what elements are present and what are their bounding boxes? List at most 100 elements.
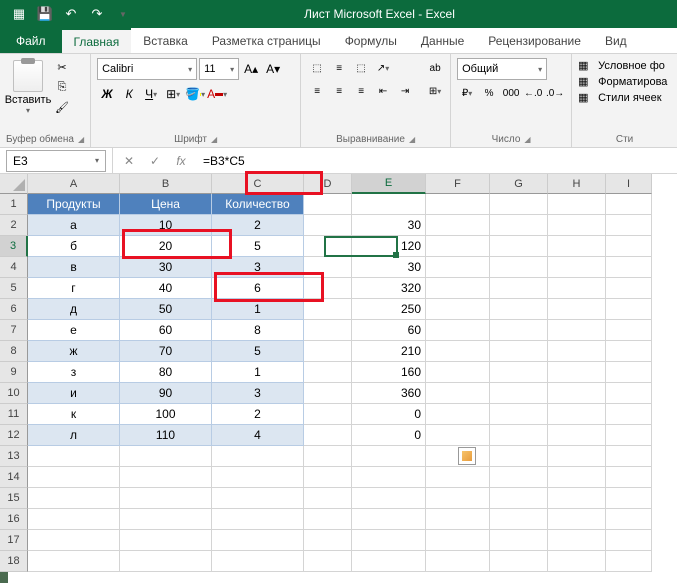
cell-E5[interactable]: 320 xyxy=(352,278,426,299)
col-header-I[interactable]: I xyxy=(606,174,652,194)
cell-B18[interactable] xyxy=(120,551,212,572)
cell-B6[interactable]: 50 xyxy=(120,299,212,320)
number-format-select[interactable]: Общий▾ xyxy=(457,58,547,80)
cell-B17[interactable] xyxy=(120,530,212,551)
align-dialog-icon[interactable]: ◢ xyxy=(409,135,415,144)
cell-A16[interactable] xyxy=(28,509,120,530)
cell-E15[interactable] xyxy=(352,488,426,509)
merge-button[interactable]: ⊞▾ xyxy=(421,81,449,101)
row-header-10[interactable]: 10 xyxy=(0,383,28,404)
cell-I2[interactable] xyxy=(606,215,652,236)
cell-H10[interactable] xyxy=(548,383,606,404)
paste-button[interactable]: Вставить ▾ xyxy=(6,58,50,117)
wrap-text-button[interactable]: ab xyxy=(421,58,449,78)
cell-F17[interactable] xyxy=(426,530,490,551)
cell-I12[interactable] xyxy=(606,425,652,446)
decrease-decimal-icon[interactable]: .0→ xyxy=(545,83,565,103)
cell-C13[interactable] xyxy=(212,446,304,467)
cell-A6[interactable]: д xyxy=(28,299,120,320)
copy-button[interactable]: ⎘ xyxy=(52,78,72,96)
tab-view[interactable]: Вид xyxy=(593,28,639,53)
cell-F4[interactable] xyxy=(426,257,490,278)
align-right-icon[interactable]: ≡ xyxy=(351,81,371,101)
smart-tag-icon[interactable] xyxy=(458,447,476,465)
cell-D4[interactable] xyxy=(304,257,352,278)
select-all-button[interactable] xyxy=(0,174,28,194)
row-header-1[interactable]: 1 xyxy=(0,194,28,215)
cell-G11[interactable] xyxy=(490,404,548,425)
cell-G14[interactable] xyxy=(490,467,548,488)
cell-D8[interactable] xyxy=(304,341,352,362)
cell-B14[interactable] xyxy=(120,467,212,488)
cell-F3[interactable] xyxy=(426,236,490,257)
format-painter-button[interactable]: 🖌 xyxy=(52,98,72,116)
cell-H16[interactable] xyxy=(548,509,606,530)
tab-file[interactable]: Файл xyxy=(0,28,62,53)
col-header-G[interactable]: G xyxy=(490,174,548,194)
italic-button[interactable]: К xyxy=(119,84,139,104)
col-header-H[interactable]: H xyxy=(548,174,606,194)
row-header-9[interactable]: 9 xyxy=(0,362,28,383)
cell-H12[interactable] xyxy=(548,425,606,446)
row-header-2[interactable]: 2 xyxy=(0,215,28,236)
cell-H8[interactable] xyxy=(548,341,606,362)
cell-styles-button[interactable]: ▦Стили ячеек xyxy=(578,90,671,106)
font-name-select[interactable]: Calibri▾ xyxy=(97,58,197,80)
number-dialog-icon[interactable]: ◢ xyxy=(524,135,530,144)
orientation-icon[interactable]: ↗▾ xyxy=(373,58,393,78)
percent-icon[interactable]: % xyxy=(479,83,499,103)
cell-E17[interactable] xyxy=(352,530,426,551)
cut-button[interactable]: ✂ xyxy=(52,58,72,76)
cell-G12[interactable] xyxy=(490,425,548,446)
cell-I1[interactable] xyxy=(606,194,652,215)
cell-H13[interactable] xyxy=(548,446,606,467)
cell-H3[interactable] xyxy=(548,236,606,257)
cell-H11[interactable] xyxy=(548,404,606,425)
cell-D16[interactable] xyxy=(304,509,352,530)
increase-indent-icon[interactable]: ⇥ xyxy=(395,81,415,101)
cell-I8[interactable] xyxy=(606,341,652,362)
cell-I13[interactable] xyxy=(606,446,652,467)
cell-B1[interactable]: Цена xyxy=(120,194,212,215)
cell-B7[interactable]: 60 xyxy=(120,320,212,341)
cell-H17[interactable] xyxy=(548,530,606,551)
cell-A5[interactable]: г xyxy=(28,278,120,299)
cell-F10[interactable] xyxy=(426,383,490,404)
spreadsheet-grid[interactable]: ABCDEFGHI 123456789101112131415161718 Пр… xyxy=(0,174,677,574)
cell-D2[interactable] xyxy=(304,215,352,236)
row-header-16[interactable]: 16 xyxy=(0,509,28,530)
cell-D10[interactable] xyxy=(304,383,352,404)
cell-I15[interactable] xyxy=(606,488,652,509)
cell-B10[interactable]: 90 xyxy=(120,383,212,404)
format-table-button[interactable]: ▦Форматирова xyxy=(578,74,671,90)
cell-G5[interactable] xyxy=(490,278,548,299)
cell-A12[interactable]: л xyxy=(28,425,120,446)
tab-formulas[interactable]: Формулы xyxy=(333,28,409,53)
bold-button[interactable]: Ж xyxy=(97,84,117,104)
cell-C12[interactable]: 4 xyxy=(212,425,304,446)
col-header-D[interactable]: D xyxy=(304,174,352,194)
cell-E9[interactable]: 160 xyxy=(352,362,426,383)
row-header-14[interactable]: 14 xyxy=(0,467,28,488)
cell-D11[interactable] xyxy=(304,404,352,425)
cell-G17[interactable] xyxy=(490,530,548,551)
formula-input[interactable] xyxy=(197,150,677,172)
cell-B12[interactable]: 110 xyxy=(120,425,212,446)
cell-A3[interactable]: б xyxy=(28,236,120,257)
clipboard-dialog-icon[interactable]: ◢ xyxy=(78,135,84,144)
cell-D9[interactable] xyxy=(304,362,352,383)
cell-G10[interactable] xyxy=(490,383,548,404)
cell-H6[interactable] xyxy=(548,299,606,320)
cell-C17[interactable] xyxy=(212,530,304,551)
cell-I3[interactable] xyxy=(606,236,652,257)
enter-formula-icon[interactable]: ✓ xyxy=(143,151,167,171)
cell-B16[interactable] xyxy=(120,509,212,530)
row-header-12[interactable]: 12 xyxy=(0,425,28,446)
cell-H14[interactable] xyxy=(548,467,606,488)
cell-H18[interactable] xyxy=(548,551,606,572)
cell-F18[interactable] xyxy=(426,551,490,572)
cell-E10[interactable]: 360 xyxy=(352,383,426,404)
save-button[interactable]: 💾 xyxy=(34,3,56,25)
cell-D7[interactable] xyxy=(304,320,352,341)
cell-C16[interactable] xyxy=(212,509,304,530)
